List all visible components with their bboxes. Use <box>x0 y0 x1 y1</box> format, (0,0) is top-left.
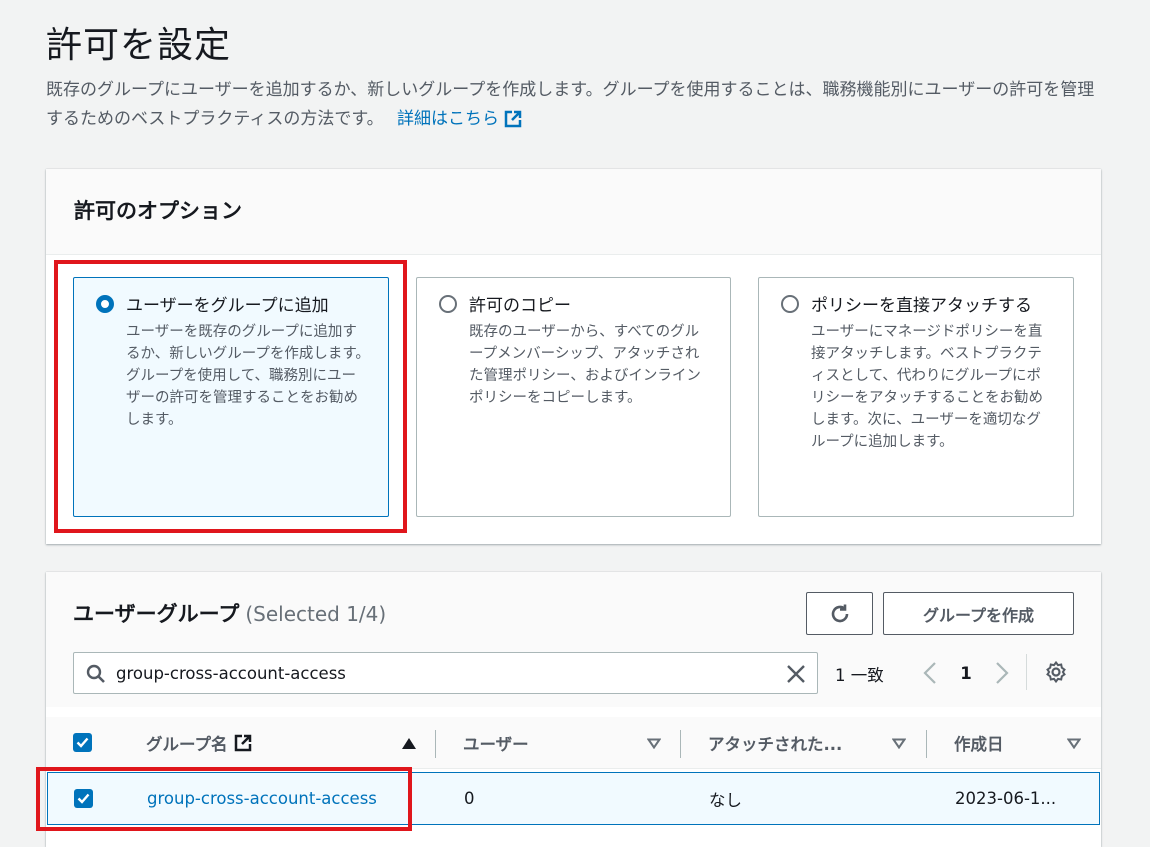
permission-options-panel: 許可のオプション ユーザーをグループに追加 ユーザーを既存のグループに追加するか… <box>46 169 1101 544</box>
sort-unsorted-icon[interactable] <box>1067 738 1081 749</box>
column-header-group-name-label: グループ名 <box>146 735 228 754</box>
row-checkbox[interactable] <box>74 789 93 808</box>
previous-page-button[interactable] <box>916 661 944 685</box>
current-page[interactable]: 1 <box>944 664 988 683</box>
option-description: ユーザーを既存のグループに追加するか、新しいグループを作成します。グループを使用… <box>126 324 370 428</box>
user-groups-header: ユーザーグループ (Selected 1/4) グループを作成 <box>46 572 1101 652</box>
sort-ascending-icon[interactable] <box>402 738 416 749</box>
user-groups-title-text: ユーザーグループ <box>73 602 240 626</box>
table-header: グループ名 ユーザー アタッチされた... 作成日 <box>46 717 1101 769</box>
checkmark-icon <box>76 737 89 748</box>
create-group-button[interactable]: グループを作成 <box>883 592 1074 635</box>
column-separator <box>435 730 436 758</box>
permission-options-title: 許可のオプション <box>74 199 242 223</box>
match-count: 1 一致 <box>835 666 884 685</box>
table-row[interactable]: group-cross-account-access 0 なし 2023-06-… <box>47 772 1100 825</box>
page-description-text: 既存のグループにユーザーを追加するか、新しいグループを作成します。グループを使用… <box>46 80 1095 129</box>
search-icon <box>86 664 105 683</box>
radio-unselected-icon[interactable] <box>781 295 799 313</box>
select-all-checkbox[interactable] <box>73 733 92 752</box>
cell-attached-policies: なし <box>709 790 742 810</box>
permission-options-header: 許可のオプション <box>46 169 1101 255</box>
search-box[interactable] <box>73 652 818 694</box>
column-separator <box>680 730 681 758</box>
pagination: 1 <box>916 658 1016 688</box>
column-header-group-name[interactable]: グループ名 <box>146 717 252 769</box>
cell-users: 0 <box>464 789 475 808</box>
radio-unselected-icon[interactable] <box>439 295 457 313</box>
column-separator <box>926 730 927 758</box>
chevron-right-icon <box>996 662 1009 684</box>
external-link-icon <box>504 110 522 128</box>
refresh-icon <box>831 604 848 622</box>
filter-row: 1 一致 1 <box>46 652 1101 707</box>
external-link-icon <box>234 734 251 752</box>
option-description: ユーザーにマネージドポリシーを直接アタッチします。ベストプラクティスとして、代わ… <box>811 324 1043 450</box>
option-tile-copy-permissions[interactable]: 許可のコピー 既存のユーザーから、すべてのグループメンバーシップ、アタッチされた… <box>416 277 731 517</box>
learn-more-label: 詳細はこちら <box>397 109 500 129</box>
refresh-button[interactable] <box>806 592 873 635</box>
option-label: ユーザーをグループに追加 <box>126 296 329 316</box>
sort-unsorted-icon[interactable] <box>647 738 661 749</box>
next-page-button[interactable] <box>988 661 1016 685</box>
clear-icon[interactable] <box>785 663 807 685</box>
column-header-users[interactable]: ユーザー <box>463 717 529 769</box>
option-label: ポリシーを直接アタッチする <box>811 296 1032 316</box>
option-tile-add-to-group[interactable]: ユーザーをグループに追加 ユーザーを既存のグループに追加するか、新しいグループを… <box>73 277 389 517</box>
column-header-created[interactable]: 作成日 <box>954 717 1004 769</box>
learn-more-link[interactable]: 詳細はこちら <box>397 109 522 129</box>
selection-count: (Selected 1/4) <box>245 602 387 626</box>
page-description: 既存のグループにユーザーを追加するか、新しいグループを作成します。グループを使用… <box>46 76 1106 134</box>
cell-group-name: group-cross-account-access <box>147 773 377 824</box>
user-groups-panel: ユーザーグループ(Selected 1/4) グループを作成 1 一致 1 グル… <box>46 572 1101 847</box>
user-groups-title: ユーザーグループ (Selected 1/4) <box>73 598 386 628</box>
column-header-attached-policies[interactable]: アタッチされた... <box>708 717 842 769</box>
search-input[interactable] <box>116 653 766 693</box>
cell-created: 2023-06-1... <box>955 789 1057 808</box>
option-description: 既存のユーザーから、すべてのグループメンバーシップ、アタッチされた管理ポリシー、… <box>469 324 701 406</box>
gear-icon[interactable] <box>1044 660 1068 684</box>
group-name-link[interactable]: group-cross-account-access <box>147 789 377 808</box>
option-tile-attach-policies[interactable]: ポリシーを直接アタッチする ユーザーにマネージドポリシーを直接アタッチします。ベ… <box>758 277 1074 517</box>
radio-selected-icon[interactable] <box>96 295 114 313</box>
checkmark-icon <box>77 793 90 804</box>
page-title: 許可を設定 <box>46 25 232 66</box>
chevron-left-icon <box>923 662 936 684</box>
sort-unsorted-icon[interactable] <box>892 738 906 749</box>
pager-divider <box>1026 654 1027 690</box>
option-label: 許可のコピー <box>469 296 571 316</box>
